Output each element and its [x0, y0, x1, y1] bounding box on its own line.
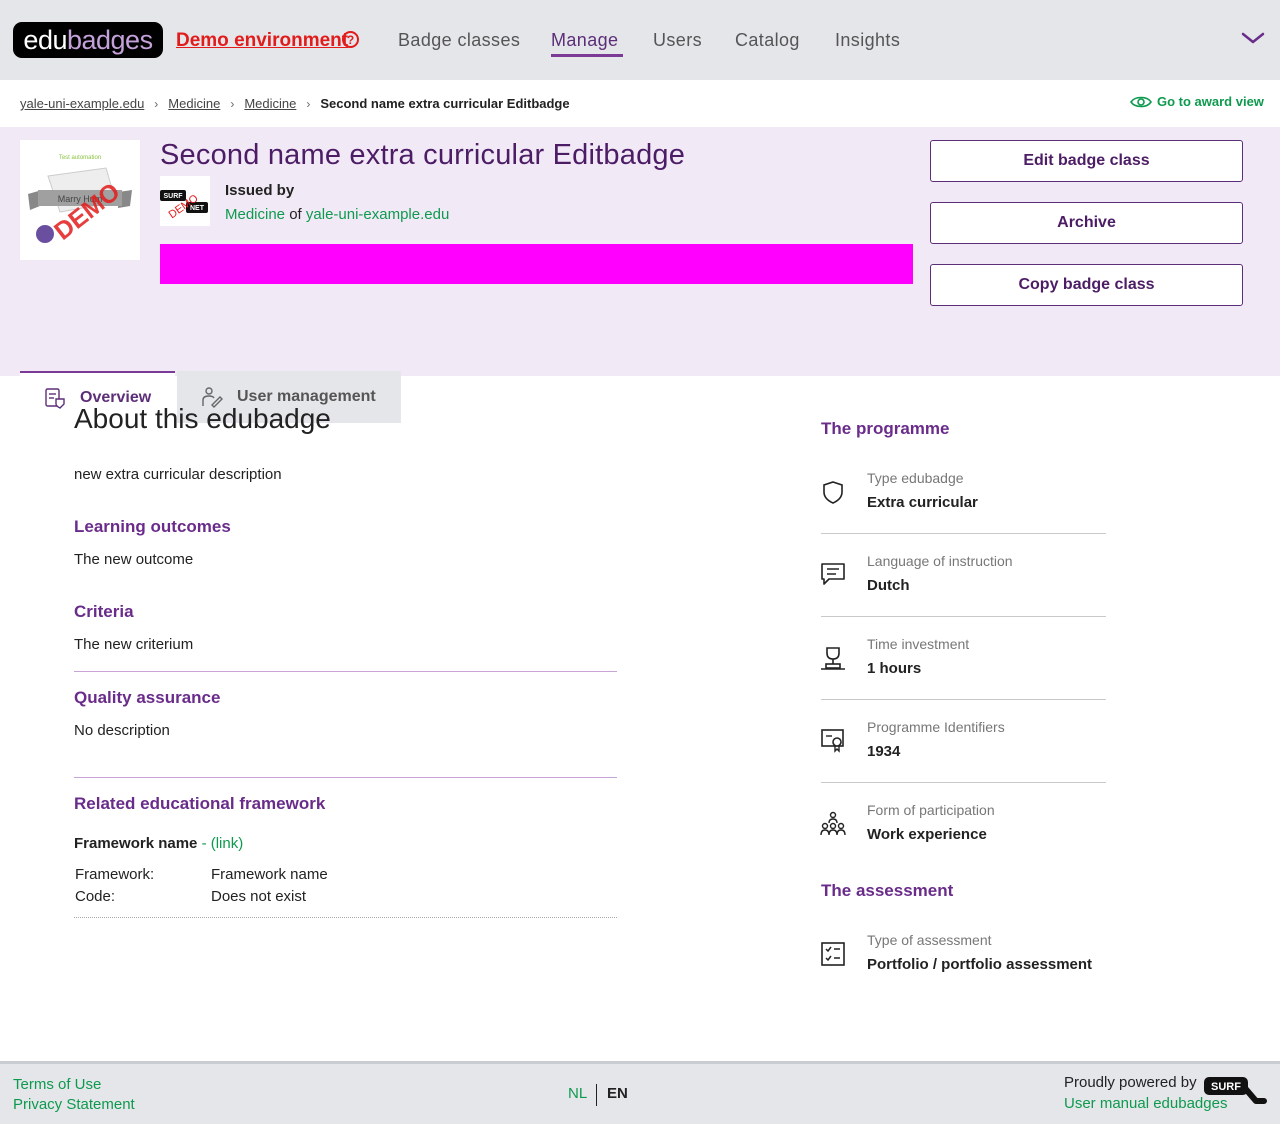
chevron-right-icon: › [154, 96, 159, 111]
programme-identifiers-label: Programme Identifiers [867, 719, 1005, 735]
main-content: yale-uni-example.edu › Medicine › Medici… [0, 80, 1280, 1061]
framework-value: Framework name [211, 866, 328, 883]
issuer-line: Medicine of yale-uni-example.edu [225, 206, 450, 223]
nav-insights[interactable]: Insights [835, 30, 900, 51]
issuer-faculty-link[interactable]: Medicine [225, 206, 285, 223]
eye-icon [1130, 96, 1152, 107]
chevron-right-icon: › [306, 96, 311, 111]
learning-outcomes-title: Learning outcomes [74, 517, 231, 536]
checklist-icon [821, 942, 845, 966]
powered-by-label: Proudly powered by [1064, 1074, 1197, 1091]
language-label: Language of instruction [867, 553, 1013, 569]
quality-assurance-title: Quality assurance [74, 688, 221, 707]
chevron-down-icon[interactable] [1240, 28, 1266, 48]
criteria-title: Criteria [74, 602, 134, 621]
top-navigation: edu badges Demo environment ? Badge class… [0, 0, 1280, 80]
divider [821, 699, 1106, 700]
framework-name-line: Framework name - (link) [74, 835, 244, 852]
about-title: About this edubadge [74, 403, 331, 434]
overview-icon [45, 388, 65, 409]
highlight-bar [160, 244, 913, 284]
divider [821, 616, 1106, 617]
trophy-icon [821, 647, 845, 670]
nav-users[interactable]: Users [653, 30, 702, 51]
edit-badge-class-button[interactable]: Edit badge class [930, 140, 1243, 182]
active-nav-indicator [551, 54, 623, 57]
svg-text:SURF: SURF [1211, 1081, 1241, 1093]
nav-manage[interactable]: Manage [551, 30, 618, 51]
privacy-statement-link[interactable]: Privacy Statement [13, 1096, 135, 1113]
type-edubadge-value: Extra curricular [867, 494, 978, 511]
programme-identifiers-value: 1934 [867, 743, 901, 760]
breadcrumb-issuer[interactable]: Medicine [244, 96, 296, 111]
user-manual-link[interactable]: User manual edubadges [1064, 1095, 1227, 1112]
nav-catalog[interactable]: Catalog [735, 30, 800, 51]
framework-name: Framework name [74, 835, 198, 852]
code-label: Code: [75, 888, 116, 905]
chat-icon [821, 563, 845, 585]
language-nl[interactable]: NL [568, 1085, 587, 1102]
breadcrumb-current: Second name extra curricular Editbadge [320, 96, 570, 111]
demo-environment-link[interactable]: Demo environment [176, 30, 348, 52]
badge-description: new extra curricular description [74, 466, 282, 483]
assessment-title: The assessment [821, 881, 954, 900]
programme-title: The programme [821, 419, 950, 438]
code-value: Does not exist [211, 888, 307, 905]
shield-icon [823, 481, 843, 504]
framework-title: Related educational framework [74, 794, 326, 813]
certificate-icon [821, 729, 844, 753]
divider [74, 777, 617, 778]
archive-button[interactable]: Archive [930, 202, 1243, 244]
language-value: Dutch [867, 577, 910, 594]
quality-assurance-text: No description [74, 722, 170, 739]
learning-outcomes-text: The new outcome [74, 551, 194, 568]
framework-label: Framework: [75, 866, 155, 883]
divider [821, 782, 1106, 783]
language-en[interactable]: EN [607, 1085, 628, 1102]
framework-link[interactable]: (link) [211, 835, 244, 852]
copy-badge-class-button[interactable]: Copy badge class [930, 264, 1243, 306]
language-separator [596, 1084, 597, 1106]
surf-logo: SURF [1204, 1077, 1267, 1104]
assessment-type-label: Type of assessment [867, 932, 992, 948]
divider [821, 533, 1106, 534]
award-view-label: Go to award view [1157, 94, 1264, 109]
svg-text:SURF: SURF [163, 193, 183, 200]
badge-class-header: Test automation Marry Hum DEMO Second na… [0, 127, 1280, 423]
type-edubadge-label: Type edubadge [867, 470, 964, 486]
issued-by-label: Issued by [225, 182, 295, 199]
divider [74, 671, 617, 672]
group-icon [820, 811, 846, 836]
nav-badge-classes[interactable]: Badge classes [398, 30, 520, 51]
breadcrumb: yale-uni-example.edu › Medicine › Medici… [20, 96, 570, 111]
badge-title: Second name extra curricular Editbadge [160, 139, 686, 171]
breadcrumb-faculty[interactable]: Medicine [168, 96, 220, 111]
go-to-award-view-link[interactable]: Go to award view [1130, 94, 1264, 109]
chevron-right-icon: › [230, 96, 235, 111]
footer: Terms of Use Privacy Statement NL EN Pro… [0, 1061, 1280, 1124]
form-of-participation-label: Form of participation [867, 802, 995, 818]
terms-of-use-link[interactable]: Terms of Use [13, 1076, 101, 1093]
breadcrumb-institution[interactable]: yale-uni-example.edu [20, 96, 144, 111]
issuer-institution-link[interactable]: yale-uni-example.edu [306, 206, 449, 223]
time-investment-label: Time investment [867, 636, 970, 652]
time-investment-value: 1 hours [867, 660, 922, 677]
assessment-type-value: Portfolio / portfolio assessment [867, 956, 1093, 973]
help-icon[interactable]: ? [342, 31, 359, 48]
dotted-divider [74, 917, 617, 918]
edubadges-logo[interactable]: edu badges [13, 22, 163, 58]
form-of-participation-value: Work experience [867, 826, 987, 843]
svg-text:Test automation: Test automation [59, 155, 101, 161]
criteria-text: The new criterium [74, 636, 194, 653]
badge-image: Test automation Marry Hum DEMO [20, 140, 140, 260]
issuer-logo: SURF NET DEMO [160, 176, 210, 226]
